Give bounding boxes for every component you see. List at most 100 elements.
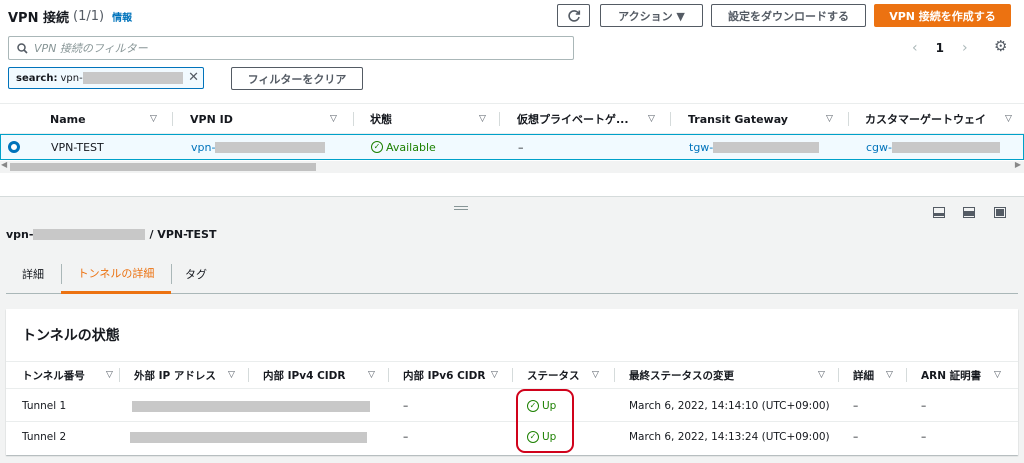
sort-icon[interactable]: ▽ — [1005, 114, 1012, 124]
sort-icon[interactable]: ▽ — [886, 370, 893, 380]
scroll-right-icon[interactable]: ▶ — [1015, 160, 1021, 169]
arn-cert: – — [921, 400, 927, 412]
redacted-value — [82, 72, 183, 84]
vpn-id-link[interactable]: vpn- — [191, 141, 215, 154]
pane-split-icon[interactable] — [963, 207, 975, 218]
filter-placeholder: VPN 接続のフィルター — [34, 42, 148, 55]
clear-filter-button[interactable]: フィルターをクリア — [231, 67, 363, 90]
column-last-change[interactable]: 最終ステータスの変更 — [629, 362, 734, 388]
sort-icon[interactable]: ▽ — [106, 370, 113, 380]
redacted-value — [130, 431, 367, 443]
tab-tunnel-details[interactable]: トンネルの詳細 — [61, 254, 171, 294]
column-state[interactable]: 状態 — [370, 104, 392, 134]
column-details[interactable]: 詳細 — [853, 362, 874, 388]
column-external-ip[interactable]: 外部 IP アドレス — [134, 362, 216, 388]
header: VPN 接続 (1/1) 情報 — [8, 6, 132, 26]
tunnel-number: Tunnel 2 — [22, 431, 67, 443]
search-icon — [17, 42, 28, 54]
column-inner-ipv6[interactable]: 内部 IPv6 CIDR — [403, 362, 485, 388]
sort-icon[interactable]: ▽ — [592, 370, 599, 380]
cgw-link[interactable]: cgw- — [866, 141, 892, 154]
tab-tags[interactable]: タグ — [185, 254, 207, 293]
token-key: search: — [16, 72, 58, 84]
current-page[interactable]: 1 — [936, 41, 944, 55]
detail-name: / VPN-TEST — [149, 228, 217, 241]
column-inner-ipv4[interactable]: 内部 IPv4 CIDR — [263, 362, 345, 388]
table-row: Tunnel 2 – ✓ Up March 6, 2022, 14:13:24 … — [6, 422, 1018, 453]
actions-button[interactable]: アクション ▼ — [600, 4, 703, 27]
external-ip — [130, 422, 367, 452]
close-icon[interactable]: ✕ — [188, 70, 199, 85]
selection-count: (1/1) — [73, 8, 105, 24]
sort-icon[interactable]: ▽ — [994, 370, 1001, 380]
inner-ipv6: – — [403, 431, 409, 443]
column-vgw[interactable]: 仮想プライベートゲ... — [517, 104, 629, 134]
column-arn-cert[interactable]: ARN 証明書 — [921, 362, 981, 388]
row-state: ✓ Available — [371, 135, 436, 159]
sort-icon[interactable]: ▽ — [150, 114, 157, 124]
column-cgw[interactable]: カスタマーゲートウェイ — [865, 104, 986, 134]
sort-icon[interactable]: ▽ — [491, 370, 498, 380]
tunnel-table-header: トンネル番号 ▽ 外部 IP アドレス ▽ 内部 IPv4 CIDR ▽ 内部 … — [6, 361, 1018, 389]
pane-full-icon[interactable] — [994, 207, 1006, 218]
sort-icon[interactable]: ▽ — [330, 114, 337, 124]
row-tgw[interactable]: tgw- — [689, 135, 820, 159]
horizontal-scrollbar[interactable]: ◀ ▶ — [0, 160, 1024, 173]
row-vpn-id[interactable]: vpn- — [191, 135, 326, 159]
tunnel-details: – — [853, 431, 859, 443]
detail-title: vpn- / VPN-TEST — [6, 228, 216, 241]
prev-page-icon[interactable]: ‹ — [912, 40, 918, 56]
row-radio[interactable] — [8, 141, 20, 153]
tunnel-details: – — [853, 400, 859, 412]
row-vgw: – — [518, 140, 524, 154]
sort-icon[interactable]: ▽ — [368, 370, 375, 380]
detail-id-prefix: vpn- — [6, 228, 34, 241]
gear-icon[interactable]: ⚙ — [994, 38, 1010, 54]
last-status-change: March 6, 2022, 14:14:10 (UTC+09:00) — [629, 400, 830, 412]
tunnel-status-card: トンネルの状態 トンネル番号 ▽ 外部 IP アドレス ▽ 内部 IPv4 CI… — [6, 309, 1018, 455]
scrollbar-thumb[interactable] — [10, 163, 316, 171]
state-text: Available — [386, 140, 436, 154]
card-title: トンネルの状態 — [22, 328, 120, 344]
tgw-link[interactable]: tgw- — [689, 141, 713, 154]
column-tgw[interactable]: Transit Gateway — [688, 104, 788, 134]
pane-bottom-icon[interactable] — [933, 207, 945, 218]
redacted-value — [713, 141, 820, 153]
last-status-change: March 6, 2022, 14:13:24 (UTC+09:00) — [629, 431, 830, 443]
column-status[interactable]: ステータス — [527, 362, 580, 388]
sort-icon[interactable]: ▽ — [228, 370, 235, 380]
row-cgw[interactable]: cgw- — [866, 135, 1000, 159]
tunnel-number: Tunnel 1 — [22, 400, 67, 412]
redacted-value — [33, 229, 146, 240]
inner-ipv6: – — [403, 400, 409, 412]
redacted-value — [892, 141, 1000, 153]
table-row: Tunnel 1 – ✓ Up March 6, 2022, 14:14:10 … — [6, 391, 1018, 422]
download-config-button[interactable]: 設定をダウンロードする — [711, 4, 866, 27]
tab-details[interactable]: 詳細 — [22, 254, 44, 293]
info-link[interactable]: 情報 — [112, 9, 132, 24]
sort-icon[interactable]: ▽ — [648, 114, 655, 124]
column-name[interactable]: Name — [50, 104, 86, 134]
sort-icon[interactable]: ▽ — [826, 114, 833, 124]
table-row[interactable]: VPN-TEST vpn- ✓ Available – tgw- cgw- — [0, 134, 1024, 160]
check-circle-icon: ✓ — [371, 141, 383, 153]
create-vpn-button[interactable]: VPN 接続を作成する — [874, 4, 1011, 27]
page-title: VPN 接続 — [8, 10, 69, 26]
next-page-icon[interactable]: › — [962, 40, 968, 56]
drag-handle-icon[interactable] — [454, 206, 468, 210]
column-tunnel-number[interactable]: トンネル番号 — [22, 362, 85, 388]
status-highlight-annotation — [516, 389, 574, 453]
redacted-value — [132, 400, 370, 412]
filter-token: search: vpn- ✕ — [8, 67, 204, 89]
column-vpn-id[interactable]: VPN ID — [190, 104, 233, 134]
arn-cert: – — [921, 431, 927, 443]
detail-tabs: 詳細 トンネルの詳細 タグ — [6, 254, 1018, 294]
scroll-left-icon[interactable]: ◀ — [1, 160, 7, 169]
sort-icon[interactable]: ▽ — [479, 114, 486, 124]
token-value: vpn- — [60, 72, 83, 84]
sort-icon[interactable]: ▽ — [818, 370, 825, 380]
external-ip — [132, 391, 370, 421]
redacted-value — [215, 141, 326, 153]
refresh-button[interactable] — [557, 4, 590, 27]
filter-input[interactable]: VPN 接続のフィルター — [8, 36, 574, 60]
